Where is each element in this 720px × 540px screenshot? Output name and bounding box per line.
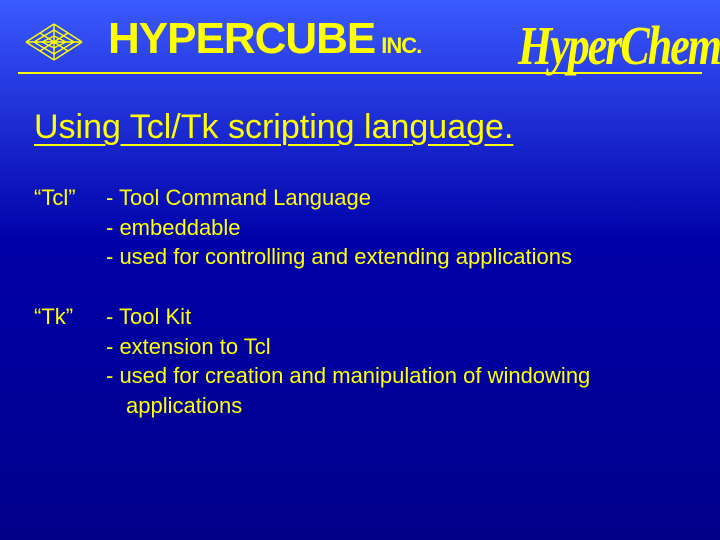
hypercube-logo-icon <box>20 20 88 69</box>
term-tk: “Tk” <box>34 302 106 332</box>
definition-row: “Tcl” - Tool Command Language - embeddab… <box>34 183 690 272</box>
desc-line: - Tool Command Language <box>106 183 690 213</box>
desc-line: - used for creation and manipulation of … <box>106 361 690 391</box>
header-divider <box>18 72 702 74</box>
slide-title: Using Tcl/Tk scripting language. <box>34 108 690 147</box>
product-name: HyperChem <box>518 14 720 78</box>
company-name: HYPERCUBEINC. <box>108 14 421 64</box>
slide-content: Using Tcl/Tk scripting language. “Tcl” -… <box>34 108 690 451</box>
definition-row: “Tk” - Tool Kit - extension to Tcl - use… <box>34 302 690 421</box>
slide: HYPERCUBEINC. HyperChem Using Tcl/Tk scr… <box>0 0 720 540</box>
slide-header: HYPERCUBEINC. HyperChem <box>0 0 720 96</box>
desc-line: - embeddable <box>106 213 690 243</box>
desc-line: - Tool Kit <box>106 302 690 332</box>
company-name-suffix: INC. <box>381 33 421 58</box>
desc-line: - used for controlling and extending app… <box>106 242 690 272</box>
company-name-main: HYPERCUBE <box>108 14 375 63</box>
desc-line: applications <box>106 391 690 421</box>
desc-tcl: - Tool Command Language - embeddable - u… <box>106 183 690 272</box>
desc-line: - extension to Tcl <box>106 332 690 362</box>
desc-tk: - Tool Kit - extension to Tcl - used for… <box>106 302 690 421</box>
term-tcl: “Tcl” <box>34 183 106 213</box>
